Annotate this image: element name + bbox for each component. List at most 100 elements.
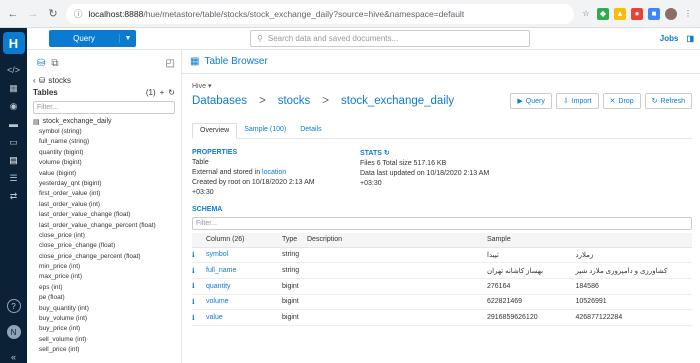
info-icon[interactable]: ℹ xyxy=(192,247,206,264)
column-item[interactable]: volume (bigint) xyxy=(39,158,175,168)
panel-title: Table Browser xyxy=(204,56,268,67)
column-item[interactable]: close_price_change (float) xyxy=(39,241,175,251)
tables-icon[interactable]: ▤ xyxy=(7,154,21,166)
database-breadcrumb[interactable]: ‹ ⛁ stocks xyxy=(33,76,175,85)
column-item[interactable]: symbol (string) xyxy=(39,127,175,137)
copy-icon[interactable]: ⧉ xyxy=(51,58,58,69)
properties-title: PROPERTIES xyxy=(192,149,238,156)
column-item[interactable]: yesterday_qnt (bigint) xyxy=(39,179,175,189)
tab-overview[interactable]: Overview xyxy=(192,123,238,139)
back-icon[interactable]: ← xyxy=(6,7,20,21)
column-item[interactable]: last_order_value (int) xyxy=(39,200,175,210)
hue-logo[interactable]: H xyxy=(2,32,25,54)
extension-icon[interactable]: ■ xyxy=(648,7,660,20)
info-icon[interactable]: ℹ xyxy=(192,294,206,311)
documents-icon[interactable]: ◰ xyxy=(166,58,175,69)
sample-value: 622821469 xyxy=(487,294,556,311)
help-icon[interactable]: ? xyxy=(6,299,21,313)
forward-icon[interactable]: → xyxy=(26,7,40,21)
editor-icon[interactable]: </> xyxy=(7,64,21,76)
add-icon[interactable]: + xyxy=(160,88,165,97)
column-type: bigint xyxy=(282,309,307,326)
info-icon[interactable]: ℹ xyxy=(192,278,206,295)
dashboard-icon[interactable]: ▦ xyxy=(7,82,21,94)
description-header[interactable]: Description xyxy=(307,233,487,248)
jobs-icon[interactable]: ☰ xyxy=(7,172,21,184)
table-row[interactable]: ℹ volume bigint 622821469 10526991 xyxy=(192,294,692,311)
schema-title: SCHEMA xyxy=(192,206,223,213)
query-action-button[interactable]: ▶ Query xyxy=(510,93,552,109)
column-item[interactable]: buy_quantity (int) xyxy=(39,304,175,314)
avatar[interactable] xyxy=(665,7,677,20)
extension-icon[interactable]: ◆ xyxy=(597,7,609,20)
column-item[interactable]: max_price (int) xyxy=(39,272,175,282)
column-item[interactable]: close_price (int) xyxy=(39,231,175,241)
info-icon[interactable]: ℹ xyxy=(192,309,206,326)
extension-icon[interactable]: ● xyxy=(631,7,643,20)
table-row[interactable]: ℹ value bigint 2916859626120 426877122284 xyxy=(192,309,692,326)
table-row[interactable]: ℹ full_name string بهساز کاشانه تهران کشاورز… xyxy=(192,262,692,279)
user-avatar[interactable]: N xyxy=(6,325,21,339)
column-item[interactable]: first_order_value (int) xyxy=(39,189,175,199)
extension-icon[interactable]: ▲ xyxy=(614,7,626,20)
database-icon[interactable]: ⛁ xyxy=(37,58,45,69)
column-item[interactable]: eps (int) xyxy=(39,283,175,293)
column-name[interactable]: value xyxy=(206,309,282,326)
column-header[interactable]: Column (26) xyxy=(206,233,282,248)
url-host: localhost:8888 xyxy=(88,8,144,19)
chevron-down-icon[interactable]: ▼ xyxy=(120,35,136,42)
column-item[interactable]: last_order_value_change (float) xyxy=(39,210,175,220)
breadcrumb-databases[interactable]: Databases xyxy=(192,95,247,107)
collapse-icon[interactable]: « xyxy=(7,351,21,363)
bookmark-star-icon[interactable]: ☆ xyxy=(580,8,592,20)
table-item[interactable]: ▤ stock_exchange_daily xyxy=(33,118,175,126)
table-row[interactable]: ℹ symbol string ثپیدا زملارد xyxy=(192,247,692,264)
refresh-button[interactable]: ↻ Refresh xyxy=(644,93,692,109)
breadcrumb-separator: > xyxy=(258,95,266,107)
transfer-icon[interactable]: ⇄ xyxy=(7,190,21,202)
column-item[interactable]: buy_price (int) xyxy=(39,324,175,334)
schema-filter-input[interactable]: Filter... xyxy=(192,217,692,230)
breadcrumb-separator: > xyxy=(322,95,330,107)
breadcrumb-database[interactable]: stocks xyxy=(278,95,311,107)
column-name[interactable]: quantity xyxy=(206,278,282,295)
tab-sample[interactable]: Sample (100) xyxy=(237,123,293,138)
column-item[interactable]: sell_volume (int) xyxy=(39,335,175,345)
column-item[interactable]: full_name (string) xyxy=(39,137,175,147)
type-header[interactable]: Type xyxy=(282,233,307,248)
column-name[interactable]: full_name xyxy=(206,262,282,279)
column-item[interactable]: quantity (bigint) xyxy=(39,148,175,158)
column-item[interactable]: pe (float) xyxy=(39,293,175,303)
column-name[interactable]: volume xyxy=(206,294,282,311)
column-name[interactable]: symbol xyxy=(206,247,282,264)
sample-value: 276164 xyxy=(487,278,556,295)
tab-details[interactable]: Details xyxy=(293,123,328,138)
table-filter-input[interactable]: Filter... xyxy=(33,101,175,114)
search-input[interactable]: ⚲ Search data and saved documents... xyxy=(250,30,530,47)
scheduler-icon[interactable]: ◉ xyxy=(7,100,21,112)
files-icon[interactable]: ▭ xyxy=(7,136,21,148)
refresh-icon[interactable]: ↻ xyxy=(168,88,175,97)
reload-icon[interactable]: ↻ xyxy=(46,7,60,21)
column-item[interactable]: sell_price (int) xyxy=(39,345,175,355)
column-description xyxy=(307,262,487,279)
import-button[interactable]: ⇩ Import xyxy=(555,93,599,109)
column-item[interactable]: buy_volume (int) xyxy=(39,314,175,324)
address-bar[interactable]: ⓘ localhost:8888/hue/metastore/table/sto… xyxy=(66,3,574,24)
menu-icon[interactable]: ⋮ xyxy=(682,8,694,20)
drop-button[interactable]: ✕ Drop xyxy=(602,93,641,109)
documents-icon[interactable]: ▬ xyxy=(7,118,21,130)
refresh-icon[interactable]: ↻ xyxy=(384,150,390,157)
location-link[interactable]: location xyxy=(262,169,286,176)
query-button[interactable]: Query ▼ xyxy=(49,30,136,47)
table-row[interactable]: ℹ quantity bigint 276164 184586 xyxy=(192,278,692,295)
info-icon[interactable]: ℹ xyxy=(192,262,206,279)
created-timezone: +03:30 xyxy=(192,189,214,196)
jobs-link[interactable]: Jobs xyxy=(660,34,679,43)
expand-icon[interactable]: ◨ xyxy=(686,34,694,43)
column-item[interactable]: min_price (int) xyxy=(39,262,175,272)
source-selector[interactable]: Hive ▾ xyxy=(192,82,692,90)
column-item[interactable]: last_order_value_change_percent (float) xyxy=(39,221,175,231)
column-item[interactable]: close_price_change_percent (float) xyxy=(39,252,175,262)
column-item[interactable]: value (bigint) xyxy=(39,169,175,179)
